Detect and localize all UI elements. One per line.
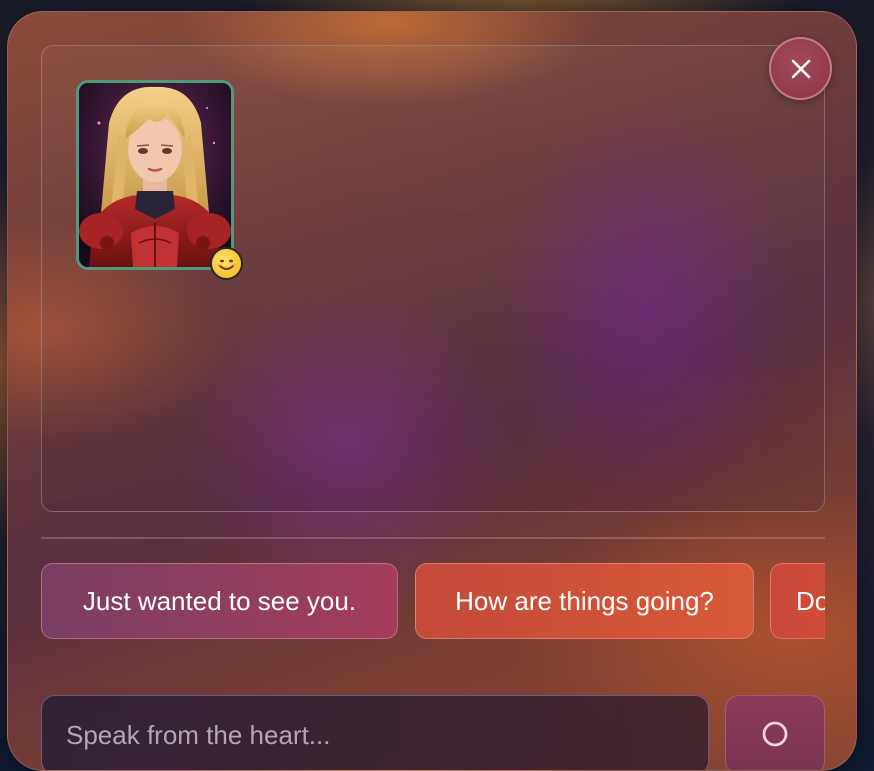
message-input[interactable] [41, 695, 709, 770]
close-button[interactable] [769, 37, 832, 100]
suggestion-chip-how-are-things[interactable]: How are things going? [415, 563, 754, 639]
suggestion-chip-see-you[interactable]: Just wanted to see you. [41, 563, 398, 639]
close-icon [791, 59, 810, 78]
chat-dialog: Just wanted to see you. How are things g… [7, 11, 857, 771]
suggestion-chip-partial[interactable]: Do [770, 563, 825, 639]
suggestion-chips: Just wanted to see you. How are things g… [41, 563, 825, 639]
character-portrait [79, 83, 231, 267]
character-avatar[interactable] [76, 80, 234, 270]
send-button[interactable] [725, 695, 825, 770]
smiling-face-icon [210, 247, 243, 280]
smiling-face-icon-glyph [217, 259, 236, 270]
divider [41, 537, 825, 539]
search-icon [762, 721, 788, 747]
